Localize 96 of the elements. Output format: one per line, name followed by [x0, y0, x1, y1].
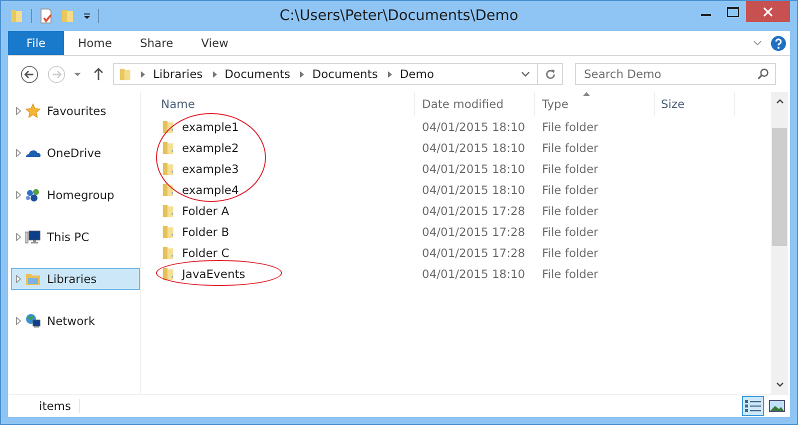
type-cell-text: File folder: [541, 266, 600, 280]
file-row[interactable]: JavaEvents 04/01/2015 18:10 File folder: [153, 263, 771, 284]
close-button[interactable]: [746, 1, 790, 22]
column-header[interactable]: Size: [655, 92, 735, 116]
breadcrumb-arrow-icon[interactable]: [300, 70, 304, 78]
folder-icon: [161, 266, 176, 282]
breadcrumb-arrow-icon[interactable]: [212, 70, 217, 78]
breadcrumb-arrow-icon[interactable]: [388, 70, 392, 78]
date-cell-text: 04/01/2015 18:10: [421, 182, 526, 196]
file-name: JavaEvents: [182, 266, 246, 280]
file-name: example4: [182, 182, 239, 196]
dropdown-icon[interactable]: [82, 11, 92, 21]
search-field[interactable]: Search Demo: [575, 63, 776, 85]
folder-icon: [161, 224, 176, 240]
sidebar-item[interactable]: Homegroup: [11, 184, 140, 206]
file-name: example2: [182, 140, 239, 154]
dropdown-icon[interactable]: [521, 71, 530, 77]
file-name: example3: [182, 162, 239, 176]
expand-arrow-icon[interactable]: [16, 107, 21, 115]
breadcrumb-item[interactable]: Documents: [312, 67, 378, 81]
file-row[interactable]: example1 04/01/2015 18:10 File folder: [153, 116, 771, 137]
back-icon[interactable]: [20, 64, 39, 84]
date-cell-text: 04/01/2015 18:10: [421, 162, 526, 176]
file-row[interactable]: example2 04/01/2015 18:10 File folder: [153, 137, 771, 158]
sidebar-item[interactable]: OneDrive: [11, 142, 140, 164]
scrollbar-thumb[interactable]: [772, 128, 787, 246]
column-header[interactable]: Date modified: [415, 92, 535, 116]
recent-locations-icon[interactable]: [74, 72, 81, 76]
file-name: Folder C: [182, 246, 230, 260]
file-name: example1: [182, 120, 239, 134]
column-header[interactable]: Name: [153, 92, 415, 116]
folder-icon: [161, 202, 176, 218]
breadcrumb-arrow-icon[interactable]: [141, 70, 145, 78]
type-cell-text: File folder: [541, 246, 600, 260]
expand-arrow-icon[interactable]: [16, 275, 21, 283]
sidebar-item[interactable]: Libraries: [11, 268, 140, 290]
folder-icon: [161, 140, 176, 156]
file-row[interactable]: example3 04/01/2015 18:10 File folder: [153, 158, 771, 179]
type-cell-text: File folder: [541, 140, 600, 154]
file-row[interactable]: example4 04/01/2015 18:10 File folder: [153, 179, 771, 200]
folder-icon: [161, 182, 176, 198]
date-cell-text: 04/01/2015 17:28: [421, 204, 526, 218]
date-cell-text: 04/01/2015 17:28: [421, 246, 526, 260]
file-name: Folder A: [182, 204, 230, 218]
ribbon-tab[interactable]: File: [8, 31, 64, 55]
address-bar[interactable]: Libraries Documents Documents Demo: [113, 63, 563, 85]
star-icon: [25, 103, 41, 119]
expand-arrow-icon[interactable]: [16, 149, 21, 157]
folder-icon: [161, 118, 176, 134]
sidebar-item[interactable]: This PC: [11, 226, 140, 248]
file-name: Folder B: [182, 224, 230, 238]
homegroup-icon: [25, 187, 41, 203]
type-cell-text: File folder: [541, 204, 600, 218]
date-cell-text: 04/01/2015 18:10: [421, 120, 526, 134]
sort-indicator-icon: [583, 92, 590, 96]
ribbon-tab[interactable]: Share: [126, 31, 188, 55]
scroll-down-icon[interactable]: [776, 382, 784, 387]
item-count: items: [39, 399, 80, 413]
sidebar-item[interactable]: Favourites: [11, 100, 140, 122]
scroll-up-icon[interactable]: [776, 99, 784, 104]
minimize-icon: [700, 14, 710, 16]
details-view-button[interactable]: [742, 396, 764, 416]
type-cell-text: File folder: [541, 120, 600, 134]
breadcrumb-item[interactable]: Libraries: [153, 67, 203, 81]
file-row[interactable]: Folder C 04/01/2015 17:28 File folder: [153, 242, 771, 263]
breadcrumb-item[interactable]: Documents: [224, 67, 290, 81]
folder-icon: [161, 160, 176, 176]
breadcrumb-item[interactable]: Demo: [400, 67, 434, 81]
folder-icon: [118, 66, 133, 82]
window-title: C:\Users\Peter\Documents\Demo: [280, 8, 518, 24]
network-icon: [25, 313, 41, 329]
folder-icon: [161, 244, 176, 260]
up-arrow-icon[interactable]: [93, 67, 104, 81]
expand-arrow-icon[interactable]: [16, 191, 21, 199]
date-cell-text: 04/01/2015 17:28: [421, 224, 526, 238]
computer-icon: [25, 229, 41, 245]
type-cell-text: File folder: [541, 224, 600, 238]
help-icon[interactable]: [771, 36, 786, 50]
ribbon-tab[interactable]: Home: [64, 31, 126, 55]
expand-arrow-icon[interactable]: [16, 317, 21, 325]
type-cell-text: File folder: [541, 162, 600, 176]
expand-ribbon-icon[interactable]: [753, 40, 762, 46]
sidebar-item[interactable]: Network: [11, 310, 140, 332]
date-cell-text: 04/01/2015 18:10: [421, 140, 526, 154]
maximize-icon: [726, 6, 738, 16]
file-row[interactable]: Folder B 04/01/2015 17:28 File folder: [153, 221, 771, 242]
refresh-icon[interactable]: [544, 68, 556, 80]
date-cell-text: 04/01/2015 18:10: [421, 266, 526, 280]
file-row[interactable]: Folder A 04/01/2015 17:28 File folder: [153, 200, 771, 221]
close-icon: [763, 6, 773, 16]
search-icon: [757, 68, 769, 80]
type-cell-text: File folder: [541, 182, 600, 196]
ribbon-tab[interactable]: View: [187, 31, 242, 55]
library-icon: [25, 271, 41, 287]
expand-arrow-icon[interactable]: [16, 233, 21, 241]
properties-icon[interactable]: [38, 8, 54, 24]
